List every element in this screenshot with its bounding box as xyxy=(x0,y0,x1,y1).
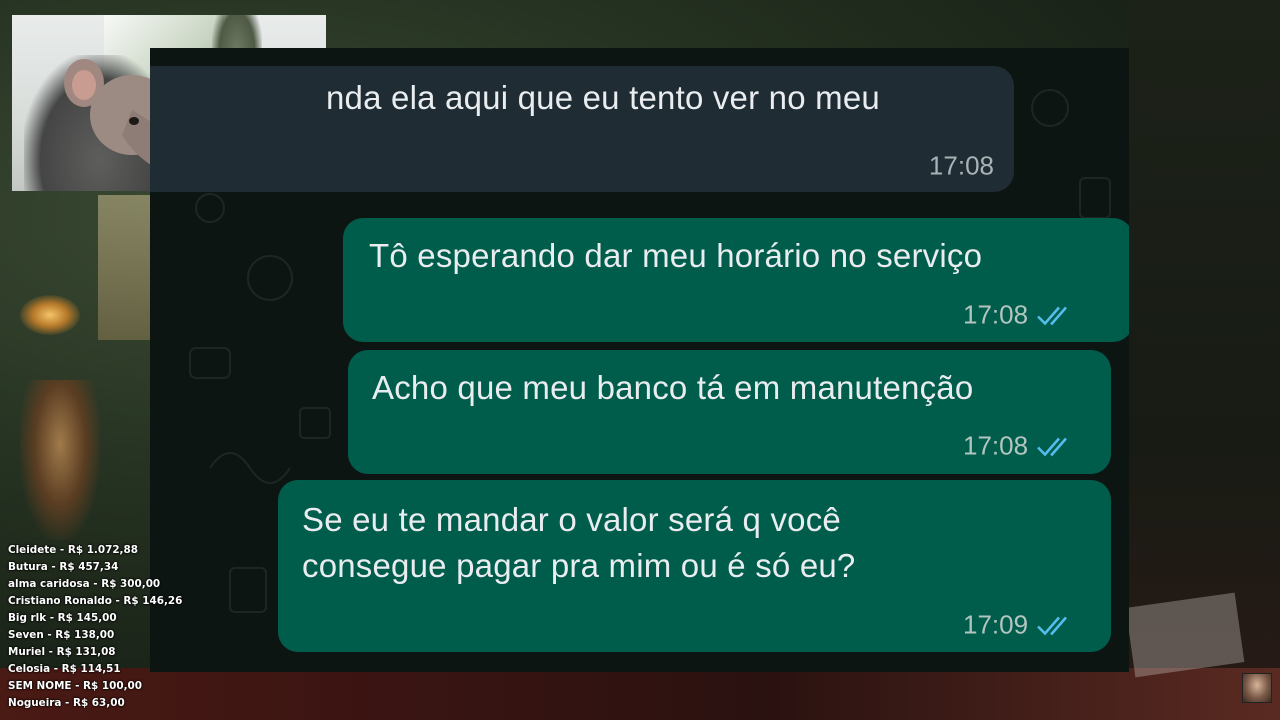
message-outgoing: Se eu te mandar o valor será q você cons… xyxy=(278,480,1111,652)
message-text: Tô esperando dar meu horário no serviço xyxy=(369,237,983,274)
avatar xyxy=(1242,673,1272,703)
double-check-icon xyxy=(1037,437,1068,456)
donation-item: Big rlk - R$ 145,00 xyxy=(8,612,117,624)
message-text: nda ela aqui que eu tento ver no meu xyxy=(326,79,880,116)
message-text-line-1: Se eu te mandar o valor será q você xyxy=(302,501,841,538)
message-text: Acho que meu banco tá em manutenção xyxy=(372,369,974,406)
message-time: 17:08 xyxy=(928,150,994,181)
donation-item: Nogueira - R$ 63,00 xyxy=(8,697,125,709)
donation-item: Seven - R$ 138,00 xyxy=(8,629,115,641)
donation-item: Cristiano Ronaldo - R$ 146,26 xyxy=(8,595,183,607)
message-outgoing: Tô esperando dar meu horário no serviço … xyxy=(343,218,1129,342)
message-meta: 17:08 xyxy=(963,431,1076,462)
message-meta: 17:08 xyxy=(963,300,1076,331)
message-outgoing: Acho que meu banco tá em manutenção 17:0… xyxy=(348,350,1111,474)
message-meta: 17:08 xyxy=(929,151,994,182)
double-check-icon xyxy=(1037,616,1068,635)
message-time: 17:08 xyxy=(963,430,1029,461)
donation-item: Butura - R$ 457,34 xyxy=(8,561,119,573)
double-check-icon xyxy=(1037,306,1068,325)
background-statue xyxy=(20,380,100,540)
stream-frame: nda ela aqui que eu tento ver no meu 17:… xyxy=(0,0,1280,720)
message-time: 17:09 xyxy=(963,609,1029,640)
message-text-line-2: consegue pagar pra mim ou é só eu? xyxy=(302,547,856,584)
background-floor xyxy=(0,668,1280,720)
donation-list: Cleidete - R$ 1.072,88 Butura - R$ 457,3… xyxy=(8,542,183,712)
background-picture-frame xyxy=(98,195,150,340)
donation-item: SEM NOME - R$ 100,00 xyxy=(8,680,142,692)
donation-item: Celosia - R$ 114,51 xyxy=(8,663,121,675)
message-meta: 17:09 xyxy=(963,610,1076,641)
chat-screenshot: nda ela aqui que eu tento ver no meu 17:… xyxy=(150,48,1129,672)
donation-item: alma caridosa - R$ 300,00 xyxy=(8,578,161,590)
donation-item: Muriel - R$ 131,08 xyxy=(8,646,116,658)
message-time: 17:08 xyxy=(963,299,1029,330)
donation-item: Cleidete - R$ 1.072,88 xyxy=(8,544,138,556)
message-incoming: nda ela aqui que eu tento ver no meu 17:… xyxy=(150,66,1014,192)
background-lamp xyxy=(20,295,80,335)
